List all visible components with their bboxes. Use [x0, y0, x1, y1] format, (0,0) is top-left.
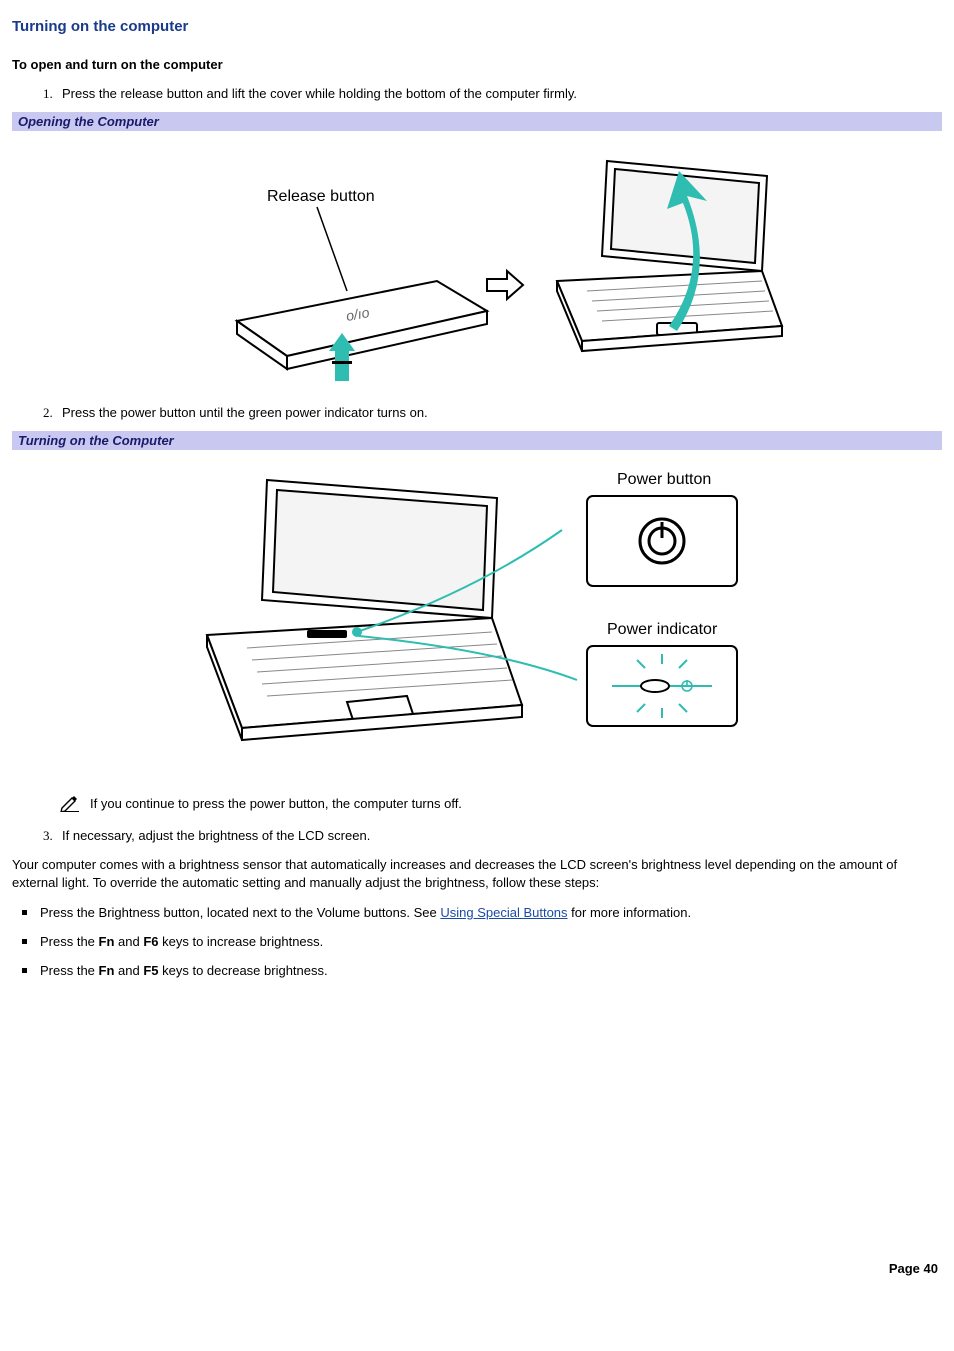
figure-opening-computer: Release button o/ıo: [12, 131, 942, 405]
bullet-increase-brightness: Press the Fn and F6 keys to increase bri…: [22, 934, 942, 949]
figure-caption-opening: Opening the Computer: [12, 112, 942, 131]
label-release-button: Release button: [267, 188, 375, 205]
note: If you continue to press the power butto…: [60, 794, 942, 812]
step-1: Press the release button and lift the co…: [56, 86, 942, 102]
figure-turning-on-computer: Power button Power indicator: [12, 450, 942, 784]
figure-caption-turning-on: Turning on the Computer: [12, 431, 942, 450]
label-power-button: Power button: [617, 471, 711, 488]
page-number: Page 40: [889, 1261, 938, 1276]
link-using-special-buttons[interactable]: Using Special Buttons: [440, 905, 567, 920]
section-title: Turning on the computer: [12, 18, 942, 35]
step-2: Press the power button until the green p…: [56, 405, 942, 421]
step-1-text: Press the release button and lift the co…: [62, 86, 577, 101]
brightness-intro: Your computer comes with a brightness se…: [12, 856, 942, 891]
sub-heading: To open and turn on the computer: [12, 57, 942, 72]
bullet-brightness-button: Press the Brightness button, located nex…: [22, 905, 942, 920]
step-3: If necessary, adjust the brightness of t…: [56, 828, 942, 844]
label-power-indicator: Power indicator: [607, 621, 718, 638]
step-2-text: Press the power button until the green p…: [62, 405, 428, 420]
note-pencil-icon: [60, 794, 80, 812]
step-3-text: If necessary, adjust the brightness of t…: [62, 828, 370, 843]
note-text: If you continue to press the power butto…: [90, 796, 462, 811]
bullet-decrease-brightness: Press the Fn and F5 keys to decrease bri…: [22, 963, 942, 978]
